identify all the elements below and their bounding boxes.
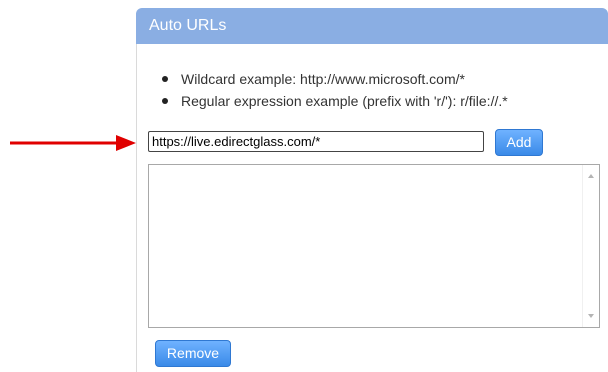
url-list-scrollbar[interactable] — [582, 165, 599, 327]
auto-urls-panel: Auto URLs Wildcard example: http://www.m… — [136, 8, 608, 372]
page: Auto URLs Wildcard example: http://www.m… — [0, 0, 608, 372]
panel-header: Auto URLs — [136, 8, 608, 44]
remove-button[interactable]: Remove — [155, 340, 231, 367]
regex-example: Regular expression example (prefix with … — [159, 90, 508, 112]
url-input[interactable] — [148, 131, 484, 152]
scroll-down-icon[interactable] — [588, 314, 594, 318]
examples-list: Wildcard example: http://www.microsoft.c… — [159, 68, 508, 112]
wildcard-example-text: Wildcard example: http://www.microsoft.c… — [181, 71, 465, 87]
bullet-icon — [162, 76, 168, 82]
url-list[interactable] — [148, 164, 600, 328]
scroll-up-icon[interactable] — [588, 174, 594, 178]
bullet-icon — [162, 98, 168, 104]
panel-body: Wildcard example: http://www.microsoft.c… — [136, 44, 608, 372]
panel-title: Auto URLs — [149, 17, 227, 34]
regex-example-text: Regular expression example (prefix with … — [181, 93, 508, 109]
add-button[interactable]: Add — [495, 129, 543, 156]
red-arrow-icon — [10, 135, 136, 151]
wildcard-example: Wildcard example: http://www.microsoft.c… — [159, 68, 508, 90]
